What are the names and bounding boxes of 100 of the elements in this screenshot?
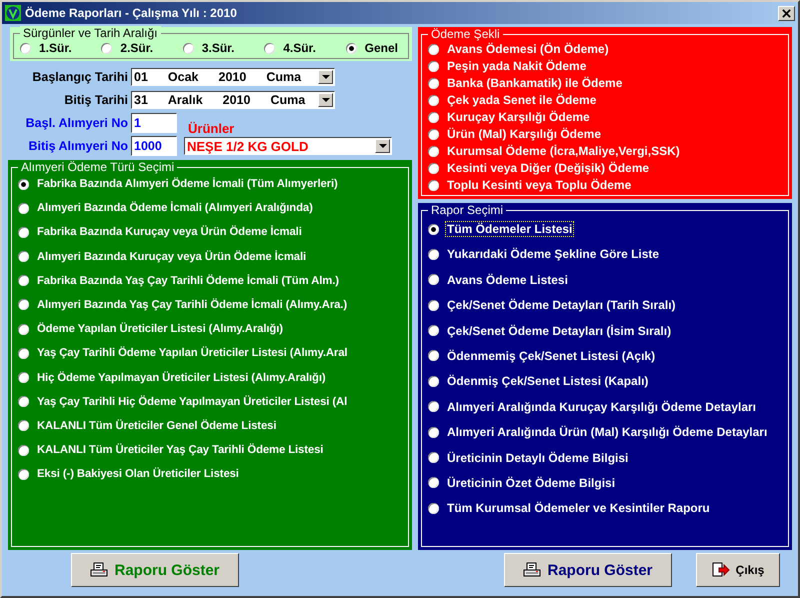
radio-button[interactable] bbox=[18, 444, 29, 456]
date-part: 2010 bbox=[222, 93, 250, 107]
date-part: Cuma bbox=[266, 70, 302, 84]
radio-button[interactable] bbox=[18, 372, 29, 383]
radio-button[interactable] bbox=[428, 502, 439, 514]
radio-button[interactable] bbox=[182, 42, 194, 54]
option-label: Banka (Bankamatik) ile Ödeme bbox=[446, 75, 624, 91]
radio-button[interactable] bbox=[18, 396, 29, 408]
radio-button[interactable] bbox=[428, 401, 439, 412]
option-label: Kesinti veya Diğer (Değişik) Ödeme bbox=[446, 160, 650, 176]
radio-button[interactable] bbox=[428, 300, 439, 311]
radio-button[interactable] bbox=[264, 42, 276, 54]
radio-button[interactable] bbox=[428, 60, 439, 72]
radio-button[interactable] bbox=[428, 94, 439, 106]
radio-button[interactable] bbox=[428, 452, 439, 464]
field-label: Ürünler bbox=[188, 120, 234, 136]
radio-button[interactable] bbox=[18, 324, 29, 335]
radio-button[interactable] bbox=[428, 224, 439, 234]
radio-button[interactable] bbox=[18, 178, 29, 190]
field-label: Başl. Alımyeri No bbox=[24, 116, 128, 130]
caret-icon bbox=[322, 98, 330, 102]
radio-button[interactable] bbox=[428, 274, 439, 286]
radio-button[interactable] bbox=[20, 42, 31, 54]
option-label: Eksi (-) Bakiyesi Olan Üreticiler Listesi bbox=[36, 467, 240, 482]
date-part: 2010 bbox=[218, 70, 246, 84]
radio-button[interactable] bbox=[18, 420, 29, 432]
radio-button[interactable] bbox=[18, 468, 29, 480]
option-label: Çek yada Senet ile Ödeme bbox=[446, 92, 598, 108]
date-part: Aralık bbox=[168, 93, 203, 107]
printer-icon bbox=[523, 562, 542, 578]
radio-button[interactable] bbox=[428, 162, 439, 174]
option-label: Ödenmemiş Çek/Senet Listesi (Açık) bbox=[446, 348, 656, 364]
exit-button[interactable]: Çıkış bbox=[696, 553, 780, 587]
dropdown-button[interactable] bbox=[318, 93, 333, 107]
date-dropdown[interactable]: 01 Ocak 2010 Cuma bbox=[131, 68, 335, 86]
radio-button[interactable] bbox=[428, 248, 439, 260]
radio-button[interactable] bbox=[18, 202, 29, 214]
date-part: 01 bbox=[134, 70, 148, 84]
close-button[interactable] bbox=[778, 6, 795, 20]
group-title: Ödeme Şekli bbox=[428, 27, 503, 41]
option-label: Avans Ödeme Listesi bbox=[446, 272, 569, 288]
option-label: 1.Sür. bbox=[38, 40, 73, 56]
date-dropdown[interactable]: 31 Aralık 2010 Cuma bbox=[131, 91, 335, 109]
exit-icon bbox=[712, 562, 730, 578]
radio-button[interactable] bbox=[428, 180, 439, 190]
radio-button[interactable] bbox=[428, 44, 439, 54]
radio-button[interactable] bbox=[428, 128, 439, 140]
option-label: Toplu Kesinti veya Toplu Ödeme bbox=[446, 177, 632, 193]
radio-button[interactable] bbox=[428, 112, 439, 122]
radio-button[interactable] bbox=[18, 251, 29, 262]
radio-button[interactable] bbox=[428, 78, 439, 88]
radio-button[interactable] bbox=[428, 146, 439, 156]
option-label: Üreticinin Özet Ödeme Bilgisi bbox=[446, 474, 616, 491]
date-part: Ocak bbox=[168, 70, 198, 84]
option-label: KALANLI Tüm Üreticiler Yaş Çay Tarihli Ödeme Listesi bbox=[36, 443, 324, 458]
option-label: Çek/Senet Ödeme Detayları (Tarih Sıralı) bbox=[446, 297, 677, 314]
radio-button[interactable] bbox=[428, 325, 439, 336]
radio-button[interactable] bbox=[346, 42, 357, 54]
option-label: Alımyeri Aralığında Kuruçay Karşılığı Ödeme Detayları bbox=[446, 398, 757, 415]
option-label: Kuruçay Karşılığı Ödeme bbox=[446, 109, 591, 125]
option-label: Ürün (Mal) Karşılığı Ödeme bbox=[446, 126, 602, 142]
close-icon bbox=[782, 8, 791, 18]
option-label: 4.Sür. bbox=[282, 40, 317, 56]
input-field[interactable]: 1000 bbox=[131, 136, 177, 156]
group-title: Sürgünler ve Tarih Aralığı bbox=[20, 26, 161, 40]
caret-icon bbox=[378, 144, 386, 148]
app-logo-icon bbox=[5, 5, 21, 21]
product-dropdown[interactable]: NEŞE 1/2 KG GOLD bbox=[184, 137, 392, 155]
field-label: Bitiş Alımyeri No bbox=[27, 139, 128, 153]
field-label: Bitiş Tarihi bbox=[63, 93, 128, 107]
printer-icon bbox=[90, 562, 108, 578]
option-label: 2.Sür. bbox=[119, 40, 154, 56]
radio-button[interactable] bbox=[428, 350, 439, 362]
option-label: Peşin yada Nakit Ödeme bbox=[446, 58, 588, 74]
group-title: Alımyeri Ödeme Türü Seçimi bbox=[18, 160, 178, 174]
radio-button[interactable] bbox=[18, 226, 29, 238]
radio-button[interactable] bbox=[428, 376, 439, 387]
dropdown-button[interactable] bbox=[318, 70, 333, 84]
option-label: Çek/Senet Ödeme Detayları (İsim Sıralı) bbox=[446, 322, 672, 339]
show-report-button[interactable]: Raporu Göster bbox=[504, 553, 672, 587]
option-label: Yaş Çay Tarihli Ödeme Yapılan Üreticiler Listesi (Alımy.Aral bbox=[36, 346, 348, 360]
radio-button[interactable] bbox=[428, 426, 439, 438]
input-field[interactable]: 1 bbox=[131, 113, 177, 133]
option-label: Alımyeri Bazında Yaş Çay Tarihli Ödeme İcmali (Alımy.Ara.) bbox=[36, 298, 348, 312]
radio-button[interactable] bbox=[428, 477, 439, 488]
option-label: Ödenmiş Çek/Senet Listesi (Kapalı) bbox=[446, 373, 650, 390]
option-label: 3.Sür. bbox=[200, 40, 236, 56]
option-label: Alımyeri Aralığında Ürün (Mal) Karşılığı Ödeme Detayları bbox=[446, 424, 768, 440]
option-label: Genel bbox=[364, 40, 399, 56]
radio-button[interactable] bbox=[18, 348, 29, 359]
option-label: KALANLI Tüm Üreticiler Genel Ödeme Listesi bbox=[36, 418, 278, 433]
radio-button[interactable] bbox=[101, 42, 112, 54]
date-part: 31 bbox=[134, 93, 148, 107]
radio-button[interactable] bbox=[18, 275, 29, 286]
option-label: Fabrika Bazında Kuruçay veya Ürün Ödeme İcmali bbox=[36, 225, 303, 240]
radio-button[interactable] bbox=[18, 299, 29, 310]
option-label: Yukarıdaki Ödeme Şekline Göre Liste bbox=[446, 246, 660, 262]
dropdown-button[interactable] bbox=[375, 139, 390, 153]
option-label: Fabrika Bazında Yaş Çay Tarihli Ödeme İcmali (Tüm Alm.) bbox=[36, 274, 340, 288]
option-label: Alımyeri Bazında Kuruçay veya Ürün Ödeme İcmali bbox=[36, 250, 308, 264]
